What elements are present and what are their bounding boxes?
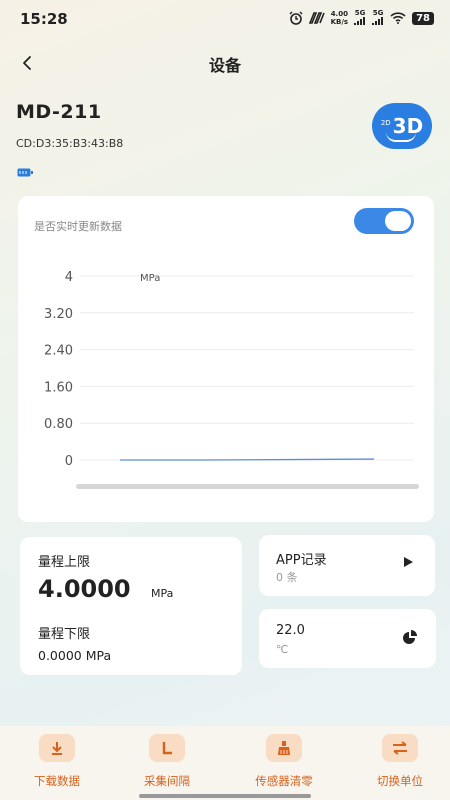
battery-status-icon xyxy=(17,168,33,177)
nav-switch-unit[interactable]: 切换单位 xyxy=(345,734,450,789)
alarm-icon xyxy=(289,11,303,25)
signal-bars-icon xyxy=(372,17,384,25)
wifi-icon xyxy=(390,12,406,24)
lower-range-label: 量程下限 xyxy=(38,627,91,642)
lower-range-value: 0.0000 MPa xyxy=(38,648,112,663)
app-record-label: APP记录 xyxy=(276,553,327,568)
y-tick-label: 1.60 xyxy=(44,380,73,395)
play-icon xyxy=(404,557,413,567)
series-line xyxy=(120,458,375,461)
broom-icon xyxy=(266,734,302,762)
clock-icon xyxy=(149,734,185,762)
switch-arrows-icon xyxy=(382,734,418,762)
device-name: MD-211 xyxy=(16,101,102,123)
status-bar: 15:28 4.00 KB/s 5G 5G 78 xyxy=(0,0,450,38)
signal-5g-2: 5G xyxy=(372,9,384,27)
page-title: 设备 xyxy=(208,56,241,75)
nav-download-data[interactable]: 下载数据 xyxy=(2,734,112,789)
nav-sampling-interval[interactable]: 采集间隔 xyxy=(112,734,222,789)
device-mac-address: CD:D3:35:B3:43:B8 xyxy=(16,137,124,150)
arc-decoration xyxy=(386,132,416,142)
signal-bars-icon xyxy=(354,17,366,25)
network-speed: 4.00 KB/s xyxy=(330,10,349,26)
y-tick-label: 4 xyxy=(65,270,73,285)
chart-scrollbar[interactable] xyxy=(76,484,419,489)
signal-5g-1: 5G xyxy=(354,9,366,27)
temperature-value: 22.0 xyxy=(276,623,305,638)
download-icon xyxy=(39,734,75,762)
nav-sensor-zero[interactable]: 传感器清零 xyxy=(229,734,339,789)
temperature-unit: ℃ xyxy=(276,643,289,656)
realtime-update-toggle[interactable] xyxy=(354,208,414,234)
view-2d-3d-toggle-button[interactable]: 2D 3D xyxy=(372,103,432,149)
realtime-chart-card: 是否实时更新数据 4 3.20 2.40 1.60 0.80 0 MPa xyxy=(18,196,434,522)
y-tick-label: 0.80 xyxy=(44,417,73,432)
toggle-knob xyxy=(385,211,411,231)
y-tick-label: 0 xyxy=(65,454,73,469)
app-notification-icon xyxy=(308,12,325,24)
upper-range-unit: MPa xyxy=(151,587,174,600)
pie-chart-icon xyxy=(403,630,417,644)
bottom-nav: 下载数据 采集间隔 传感器清零 切换单位 xyxy=(0,726,450,800)
range-card: 量程上限 4.0000 MPa 量程下限 0.0000 MPa xyxy=(20,537,242,675)
upper-range-label: 量程上限 xyxy=(38,555,91,570)
battery-indicator: 78 xyxy=(412,11,434,25)
status-icons: 4.00 KB/s 5G 5G 78 xyxy=(289,9,434,27)
temperature-card[interactable]: 22.0 ℃ xyxy=(259,609,436,668)
app-header: 设备 xyxy=(0,48,450,78)
upper-range-value: 4.0000 xyxy=(38,575,131,603)
status-time: 15:28 xyxy=(20,10,68,28)
home-indicator[interactable] xyxy=(139,794,311,798)
y-tick-label: 2.40 xyxy=(44,344,73,359)
pressure-line-chart: 4 3.20 2.40 1.60 0.80 0 MPa xyxy=(44,270,414,469)
app-record-card[interactable]: APP记录 0 条 xyxy=(259,535,435,596)
realtime-update-label: 是否实时更新数据 xyxy=(34,220,122,233)
app-record-count: 0 条 xyxy=(276,571,298,584)
y-tick-label: 3.20 xyxy=(44,307,73,322)
chart-unit-label: MPa xyxy=(140,273,160,284)
